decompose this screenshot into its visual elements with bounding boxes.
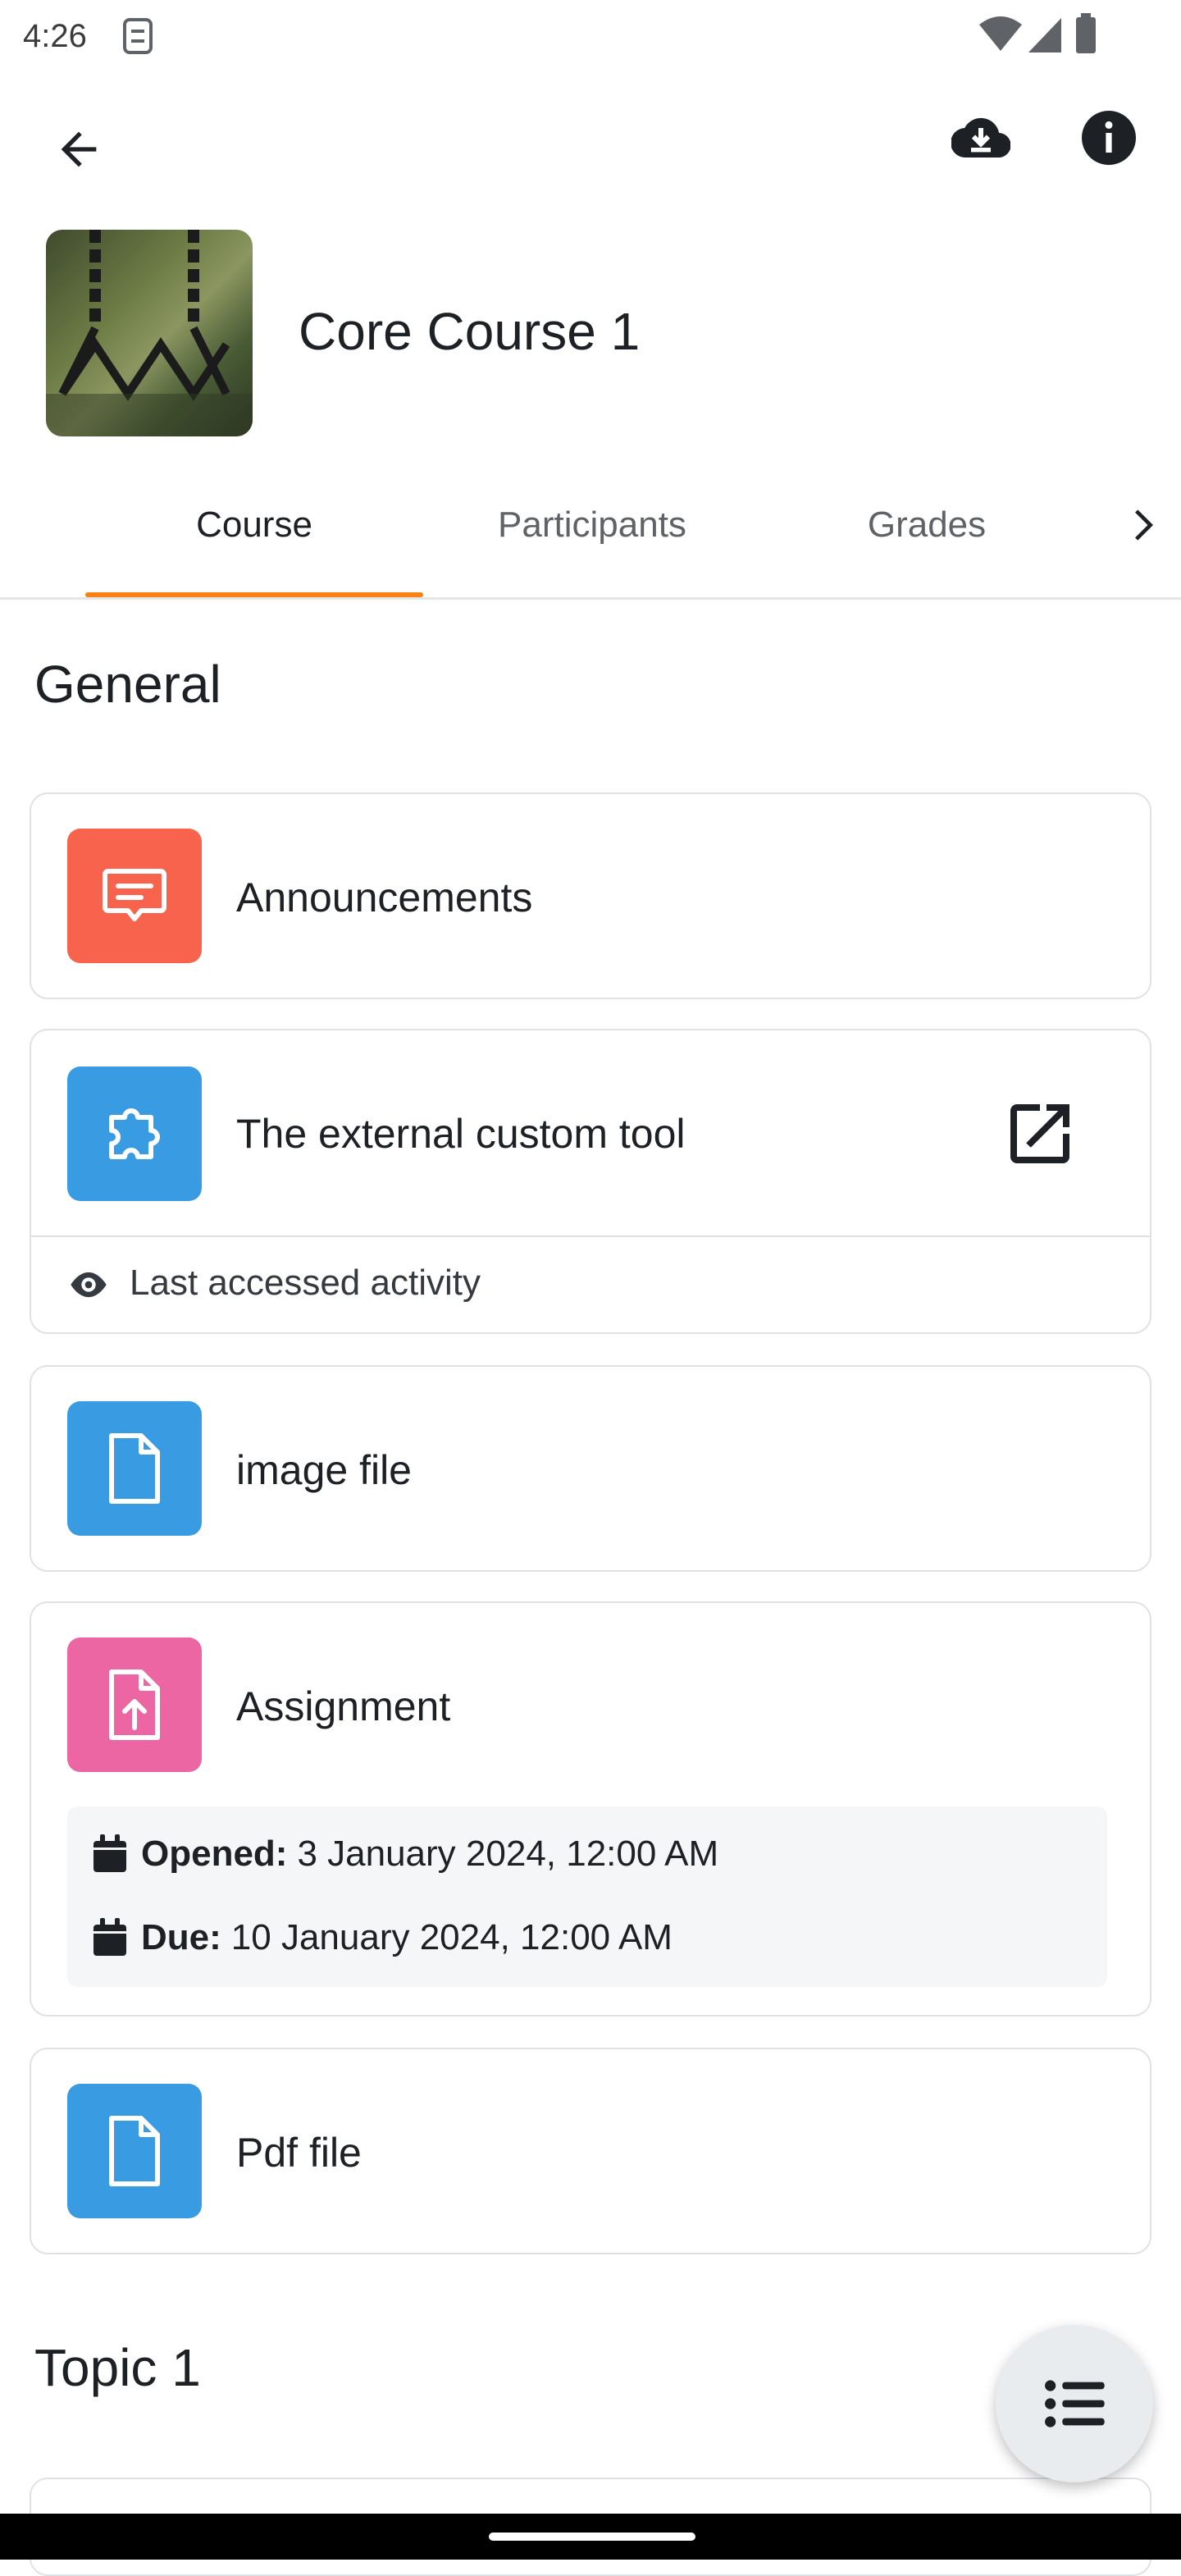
arrow-left-icon: [61, 131, 97, 167]
forum-icon: [103, 869, 166, 921]
course-image: [46, 230, 253, 436]
status-time: 4:26: [23, 18, 87, 54]
module-icon-external-tool: [67, 1066, 202, 1201]
assignment-upload-icon: [109, 1669, 160, 1740]
eye-icon: [71, 1272, 107, 1298]
tab-course[interactable]: Course: [85, 492, 423, 558]
module-name: Pdf file: [236, 2130, 362, 2176]
tabs-divider: [0, 597, 1181, 600]
module-name: image file: [236, 1447, 412, 1493]
calendar-icon: [93, 1834, 126, 1872]
open-external-button[interactable]: [991, 1080, 1089, 1188]
cloud-download-icon: [951, 117, 1010, 158]
file-icon: [109, 1433, 160, 1504]
back-button[interactable]: [33, 103, 125, 195]
course-image-swing: [46, 230, 253, 436]
signal-icon: [1028, 18, 1061, 53]
list-icon: [1045, 2380, 1105, 2428]
section-title-topic-1: Topic 1: [34, 2338, 201, 2397]
module-card-image-file[interactable]: image file: [30, 1365, 1151, 1572]
module-icon-image-file: [67, 1401, 202, 1536]
module-name: The external custom tool: [236, 1111, 686, 1157]
wifi-icon: [979, 16, 1022, 51]
course-title: Core Course 1: [299, 302, 641, 361]
tab-grades[interactable]: Grades: [761, 492, 1092, 558]
external-link-icon: [1010, 1104, 1069, 1163]
opened-date-row: Opened: 3 January 2024, 12:00 AM: [92, 1831, 718, 1877]
course-info-button[interactable]: [1063, 92, 1155, 184]
download-course-button[interactable]: [935, 92, 1027, 184]
module-name: Assignment: [236, 1683, 451, 1729]
last-accessed-label: Last accessed activity: [130, 1263, 481, 1303]
module-card-announcements[interactable]: Announcements: [30, 792, 1151, 999]
battery-icon: [1076, 13, 1096, 53]
puzzle-icon: [109, 1108, 160, 1159]
due-value: 10 January 2024, 12:00 AM: [230, 1917, 673, 1957]
info-icon: [1082, 111, 1136, 165]
home-gesture-handle[interactable]: [489, 2533, 695, 2541]
due-label: Due:: [141, 1917, 221, 1957]
module-name: Announcements: [236, 875, 533, 920]
due-date-row: Due: 10 January 2024, 12:00 AM: [92, 1915, 673, 1961]
assignment-dates: Opened: 3 January 2024, 12:00 AM Due: 10…: [67, 1806, 1107, 1987]
calendar-icon: [93, 1918, 126, 1956]
chevron-right-icon: [1135, 509, 1153, 541]
card-divider: [31, 1235, 1150, 1237]
module-card-pdf-file[interactable]: Pdf file: [30, 2048, 1151, 2254]
module-icon-pdf-file: [67, 2084, 202, 2218]
course-index-button[interactable]: [996, 2325, 1153, 2482]
module-card-external-tool[interactable]: The external custom tool Last accessed a…: [30, 1029, 1151, 1334]
sim-status-icon: [123, 18, 153, 54]
opened-value: 3 January 2024, 12:00 AM: [297, 1834, 719, 1874]
module-icon-assignment: [67, 1637, 202, 1772]
section-title-general: General: [34, 655, 221, 714]
module-icon-announcements: [67, 829, 202, 963]
module-card-assignment[interactable]: Assignment Opened: 3 January 2024, 12:00…: [30, 1601, 1151, 2016]
tab-participants[interactable]: Participants: [423, 492, 761, 558]
file-icon: [109, 2116, 160, 2186]
opened-label: Opened:: [141, 1834, 288, 1874]
tabs-scroll-right-button[interactable]: [1109, 492, 1174, 558]
